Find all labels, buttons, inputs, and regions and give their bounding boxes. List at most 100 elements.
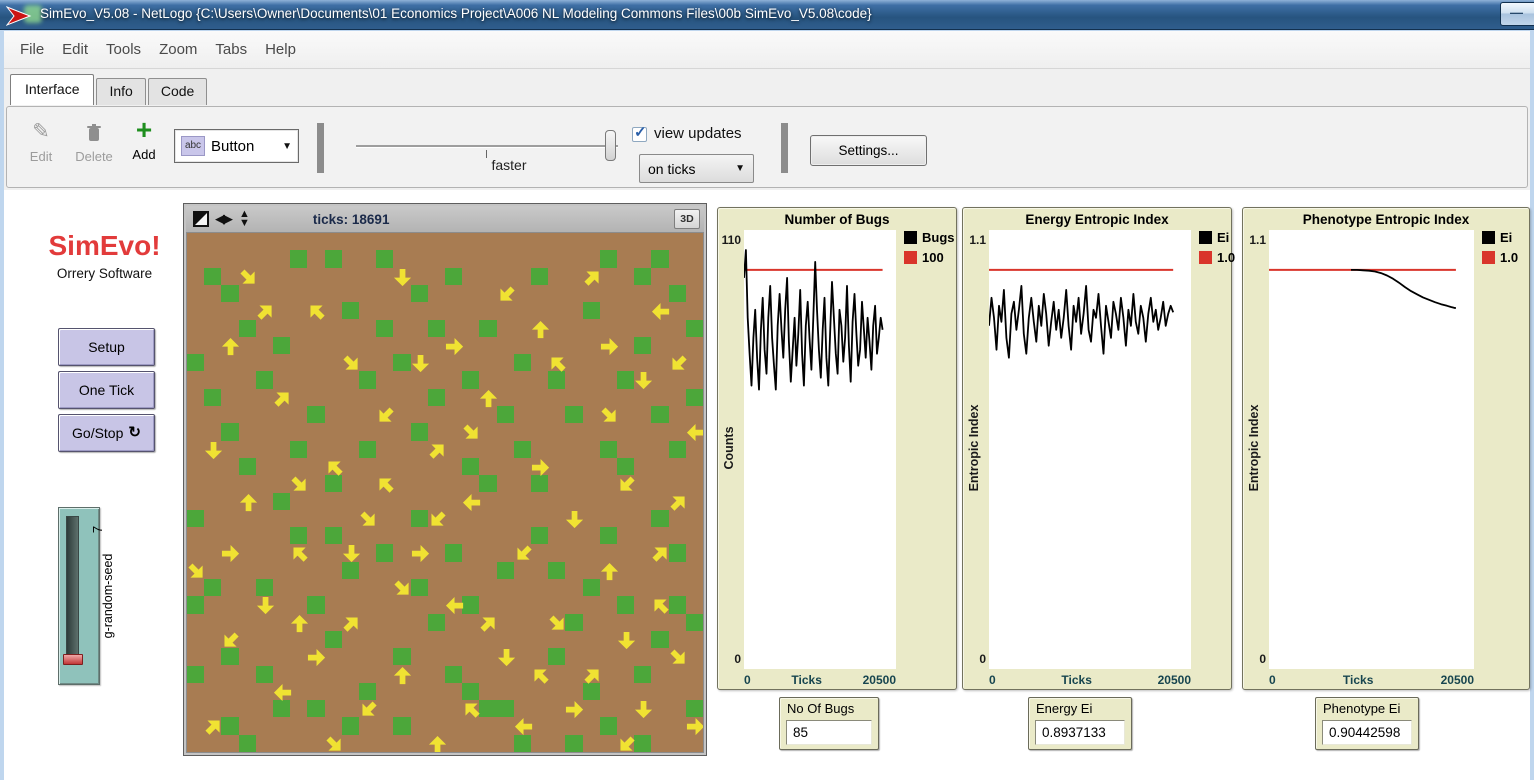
grass-patch	[273, 493, 290, 510]
grass-patch	[497, 406, 514, 423]
bug-arrow-icon	[686, 717, 704, 736]
y-axis-label: Entropic Index	[967, 405, 981, 492]
legend-label: Ei	[1217, 230, 1229, 245]
one-tick-button[interactable]: One Tick	[58, 371, 155, 409]
bug-arrow-icon	[342, 544, 361, 563]
menu-item-help[interactable]: Help	[256, 41, 305, 58]
grass-patch	[187, 354, 204, 371]
grass-patch	[651, 406, 668, 423]
legend-swatch	[1199, 251, 1212, 264]
delete-widget-button[interactable]: Delete	[66, 117, 122, 164]
widget-type-dropdown[interactable]: abc Button ▼	[174, 129, 299, 163]
bug-arrow-icon	[514, 717, 533, 736]
go-stop-button[interactable]: Go/Stop ↻	[58, 414, 155, 452]
bug-arrow-icon	[273, 683, 292, 702]
bug-arrow-icon	[372, 471, 399, 498]
menu-item-tools[interactable]: Tools	[97, 41, 150, 58]
grass-patch	[290, 441, 307, 458]
grass-patch	[342, 562, 359, 579]
update-mode-dropdown[interactable]: on ticks ▼	[639, 154, 754, 183]
slider-groove[interactable]	[66, 516, 79, 662]
menu-item-edit[interactable]: Edit	[53, 41, 97, 58]
bug-arrow-icon	[445, 337, 464, 356]
grass-patch	[411, 423, 428, 440]
grass-patch	[256, 666, 273, 683]
y-max-label: 1.1	[1243, 233, 1266, 247]
grass-patch	[479, 475, 496, 492]
forever-icon: ↻	[128, 428, 141, 438]
button-widget-icon: abc	[181, 136, 205, 156]
y-axis-label: Entropic Index	[1247, 405, 1261, 492]
tab-interface[interactable]: Interface	[10, 74, 94, 105]
tab-info[interactable]: Info	[96, 78, 145, 105]
view-updates-label: view updates	[654, 125, 742, 142]
x-axis-labels: 0 Ticks 20500	[744, 673, 896, 687]
grass-patch	[531, 475, 548, 492]
slider-label: g-random-seed	[101, 554, 115, 639]
bug-arrow-icon	[269, 385, 296, 412]
grass-patch	[634, 268, 651, 285]
grass-patch	[428, 320, 445, 337]
edit-widget-button[interactable]: ✎ Edit	[18, 117, 64, 164]
bug-arrow-icon	[665, 644, 692, 671]
grass-patch	[565, 735, 582, 752]
grass-patch	[445, 544, 462, 561]
grass-patch	[307, 700, 324, 717]
bug-arrow-icon	[204, 441, 223, 460]
grass-patch	[686, 700, 703, 717]
monitor-value: 85	[786, 720, 872, 745]
plot-title: Phenotype Entropic Index	[1243, 212, 1529, 227]
bug-arrow-icon	[462, 493, 481, 512]
grass-patch	[497, 562, 514, 579]
bug-arrow-icon	[411, 354, 430, 373]
setup-button[interactable]: Setup	[58, 328, 155, 366]
horizontal-arrows-icon[interactable]: ◀▶	[215, 211, 231, 227]
grass-patch	[600, 441, 617, 458]
grass-patch	[204, 268, 221, 285]
trash-icon	[66, 117, 122, 147]
grass-patch	[393, 648, 410, 665]
monitor-energy-ei: Energy Ei 0.8937133	[1028, 697, 1132, 750]
patch-size-icon[interactable]	[193, 211, 209, 227]
bug-arrow-icon	[665, 350, 692, 377]
speed-slider-track[interactable]	[356, 145, 618, 147]
bug-arrow-icon	[445, 596, 464, 615]
menu-item-zoom[interactable]: Zoom	[150, 41, 206, 58]
grass-patch	[393, 354, 410, 371]
random-seed-slider[interactable]: 7 g-random-seed	[58, 507, 100, 685]
menu-bar: File Edit Tools Zoom Tabs Help	[4, 31, 1530, 69]
grass-patch	[686, 320, 703, 337]
vertical-arrows-icon[interactable]: ▲▼	[239, 210, 250, 228]
pencil-icon: ✎	[18, 117, 64, 147]
grass-patch	[462, 458, 479, 475]
grass-patch	[239, 458, 256, 475]
grass-patch	[634, 337, 651, 354]
grass-patch	[273, 337, 290, 354]
grass-patch	[256, 579, 273, 596]
legend-label: Bugs	[922, 230, 955, 245]
bug-arrow-icon	[286, 540, 313, 567]
grass-patch	[204, 389, 221, 406]
bug-arrow-icon	[493, 281, 520, 308]
menu-item-file[interactable]: File	[11, 41, 53, 58]
bug-arrow-icon	[565, 510, 584, 529]
bug-arrow-icon	[497, 648, 516, 667]
3d-button[interactable]: 3D	[674, 209, 700, 229]
toolbar-separator	[781, 123, 788, 173]
grass-patch	[325, 250, 342, 267]
view-updates-checkbox[interactable]: ✓	[632, 127, 647, 142]
bug-arrow-icon	[372, 402, 399, 429]
add-widget-button[interactable]: + Add	[124, 115, 164, 162]
grass-patch	[428, 389, 445, 406]
menu-item-tabs[interactable]: Tabs	[206, 41, 256, 58]
grass-patch	[462, 371, 479, 388]
y-min-label: 0	[1243, 652, 1266, 666]
minimize-button[interactable]: —	[1500, 2, 1534, 26]
grass-patch	[548, 648, 565, 665]
y-axis-label: Counts	[722, 426, 736, 469]
tab-code[interactable]: Code	[148, 78, 207, 105]
settings-button[interactable]: Settings...	[810, 135, 927, 166]
grass-patch	[325, 527, 342, 544]
slider-thumb[interactable]	[63, 654, 83, 665]
speed-slider-thumb[interactable]	[605, 130, 616, 161]
